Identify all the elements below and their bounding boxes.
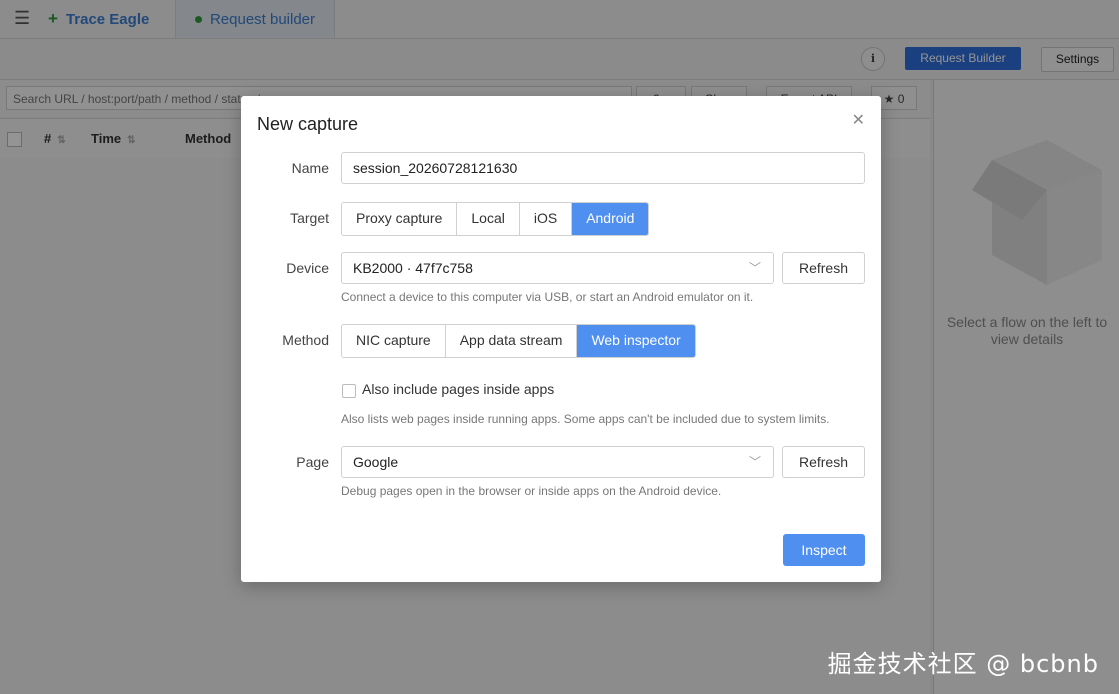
new-capture-dialog: New capture ✕ Name session_2026072812163… [241, 96, 881, 582]
method-option-nic[interactable]: NIC capture [342, 325, 446, 357]
page-help-text: Debug pages open in the browser or insid… [341, 484, 722, 498]
chevron-down-icon: ﹀ [748, 261, 761, 275]
name-field[interactable]: session_20260728121630 [341, 152, 865, 184]
method-option-web-inspector[interactable]: Web inspector [577, 325, 695, 357]
dialog-title: New capture [257, 114, 359, 134]
inspect-button[interactable]: Inspect [783, 534, 865, 566]
device-refresh-button[interactable]: Refresh [782, 252, 865, 284]
page-refresh-button[interactable]: Refresh [782, 446, 865, 478]
page-select[interactable]: Google ﹀ [341, 446, 774, 478]
target-option-ios[interactable]: iOS [519, 203, 573, 235]
method-option-app-stream[interactable]: App data stream [445, 325, 578, 357]
device-select-value: KB2000 · 47f7c758 [353, 260, 473, 276]
method-segmented-control: NIC capture App data stream Web inspecto… [341, 324, 696, 358]
device-select[interactable]: KB2000 · 47f7c758 ﹀ [341, 252, 774, 284]
include-pages-label[interactable]: Also include pages inside apps [362, 381, 554, 397]
chevron-down-icon: ﹀ [748, 455, 761, 469]
target-option-android[interactable]: Android [572, 203, 649, 235]
target-option-proxy[interactable]: Proxy capture [342, 203, 458, 235]
include-pages-checkbox[interactable] [342, 384, 356, 398]
target-segmented-control: Proxy capture Local iOS Android [341, 202, 650, 236]
page-select-value: Google [353, 454, 399, 470]
target-option-local[interactable]: Local [457, 203, 520, 235]
page-label: Page [296, 454, 329, 470]
device-label: Device [286, 260, 329, 276]
target-label: Target [290, 210, 329, 226]
method-label: Method [282, 332, 329, 348]
device-help-text: Connect a device to this computer via US… [341, 290, 754, 304]
watermark: 掘金技术社区 @ bcbnb [827, 650, 1099, 678]
close-icon[interactable]: ✕ [852, 110, 865, 130]
include-help-text: Also lists web pages inside running apps… [341, 412, 830, 426]
name-label: Name [291, 160, 329, 176]
